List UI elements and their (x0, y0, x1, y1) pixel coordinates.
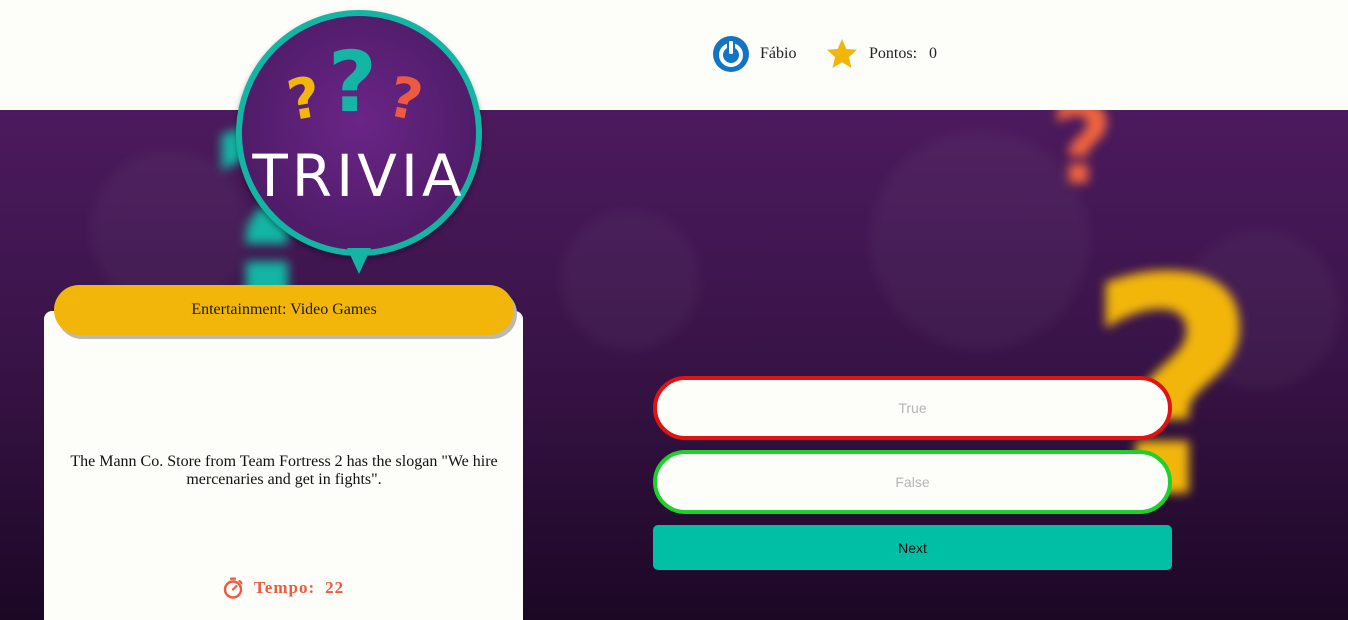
question-text: The Mann Co. Store from Team Fortress 2 … (70, 453, 498, 488)
user-profile[interactable]: Fábio (712, 35, 796, 73)
header-bar (0, 0, 1348, 110)
timer: Tempo: 22 (222, 577, 344, 599)
star-icon (827, 39, 857, 68)
next-button-label: Next (898, 539, 927, 556)
category-banner: Entertainment: Video Games (54, 285, 514, 335)
user-name: Fábio (760, 45, 797, 62)
next-button[interactable]: Next (653, 525, 1172, 570)
score-label: Pontos: (869, 45, 918, 62)
trivia-logo: ? ? ? TRIVIA (236, 10, 482, 274)
answer-true-button[interactable]: True (653, 376, 1172, 440)
logo-pointer (347, 248, 371, 274)
answer-false-button[interactable]: False (653, 450, 1172, 514)
score-display: Pontos: 0 (825, 37, 937, 71)
logo-question-mark-icon: ? (328, 33, 377, 131)
power-icon[interactable] (712, 35, 750, 73)
logo-title: TRIVIA (252, 142, 466, 210)
bg-bubble (560, 210, 700, 350)
timer-label: Tempo: (254, 578, 316, 597)
score-value: 0 (929, 45, 938, 62)
stopwatch-icon (223, 577, 243, 599)
bg-question-mark-icon: ? (1050, 110, 1114, 209)
answer-false-label: False (895, 474, 930, 490)
answer-true-label: True (898, 400, 927, 416)
timer-value: 22 (325, 578, 345, 597)
